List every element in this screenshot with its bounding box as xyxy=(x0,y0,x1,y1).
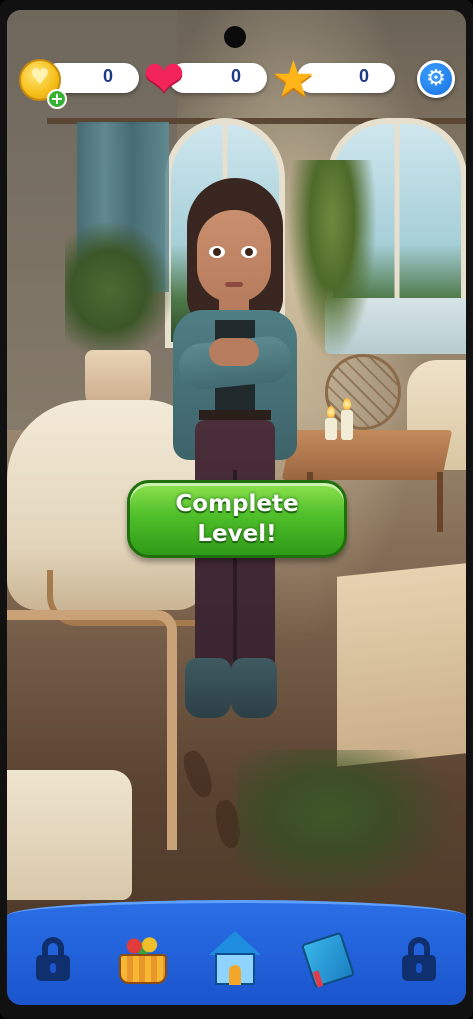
muddy-footprint xyxy=(179,747,217,801)
heart-count: 0 xyxy=(230,66,241,86)
nav-story[interactable] xyxy=(299,929,359,989)
phone-frame: 0 + 0 ❤ 0 ★ ⚙ Complete Level! xyxy=(0,0,473,1019)
table-leg xyxy=(437,472,443,532)
add-coins-button[interactable]: + xyxy=(47,89,67,109)
storybook-icon xyxy=(300,931,357,989)
character-shoe xyxy=(231,658,277,718)
candle-flame xyxy=(327,406,335,418)
candle xyxy=(325,418,337,440)
game-screen: 0 + 0 ❤ 0 ★ ⚙ Complete Level! xyxy=(7,10,466,1005)
house-icon xyxy=(205,931,265,987)
character-eye xyxy=(209,246,225,258)
coin-count: 0 xyxy=(102,66,113,86)
star-icon: ★ xyxy=(271,50,316,108)
candle-flame xyxy=(343,398,351,410)
nav-home[interactable] xyxy=(205,929,265,989)
character-eye xyxy=(241,246,257,258)
character-face xyxy=(197,210,271,302)
character xyxy=(169,170,299,730)
complete-level-line2: Level! xyxy=(197,521,277,547)
chair-cushion xyxy=(7,770,132,900)
heart-icon: ❤ xyxy=(143,50,185,108)
cardboard-box xyxy=(337,563,466,767)
character-shoe xyxy=(185,658,231,718)
character-mouth xyxy=(225,282,243,287)
floor-plant xyxy=(237,750,466,910)
complete-level-button[interactable]: Complete Level! xyxy=(127,480,347,558)
star-count: 0 xyxy=(358,66,369,86)
lock-icon xyxy=(402,937,436,981)
potted-plant-leaves xyxy=(65,220,175,360)
camera-cutout xyxy=(224,26,246,48)
nav-locked-left[interactable] xyxy=(23,929,83,989)
character-belt xyxy=(199,410,271,420)
settings-button[interactable]: ⚙ xyxy=(417,60,455,98)
gear-icon: ⚙ xyxy=(426,66,446,91)
shop-basket-icon xyxy=(115,932,171,986)
complete-level-line1: Complete xyxy=(175,491,299,517)
nav-locked-right[interactable] xyxy=(389,929,449,989)
bottom-nav-bar xyxy=(7,900,466,1005)
lock-icon xyxy=(36,937,70,981)
candle xyxy=(341,410,353,440)
character-hands xyxy=(209,338,259,366)
palm-plant xyxy=(287,160,377,360)
nav-shop[interactable] xyxy=(113,929,173,989)
top-hud: 0 + 0 ❤ 0 ★ ⚙ xyxy=(7,10,466,110)
